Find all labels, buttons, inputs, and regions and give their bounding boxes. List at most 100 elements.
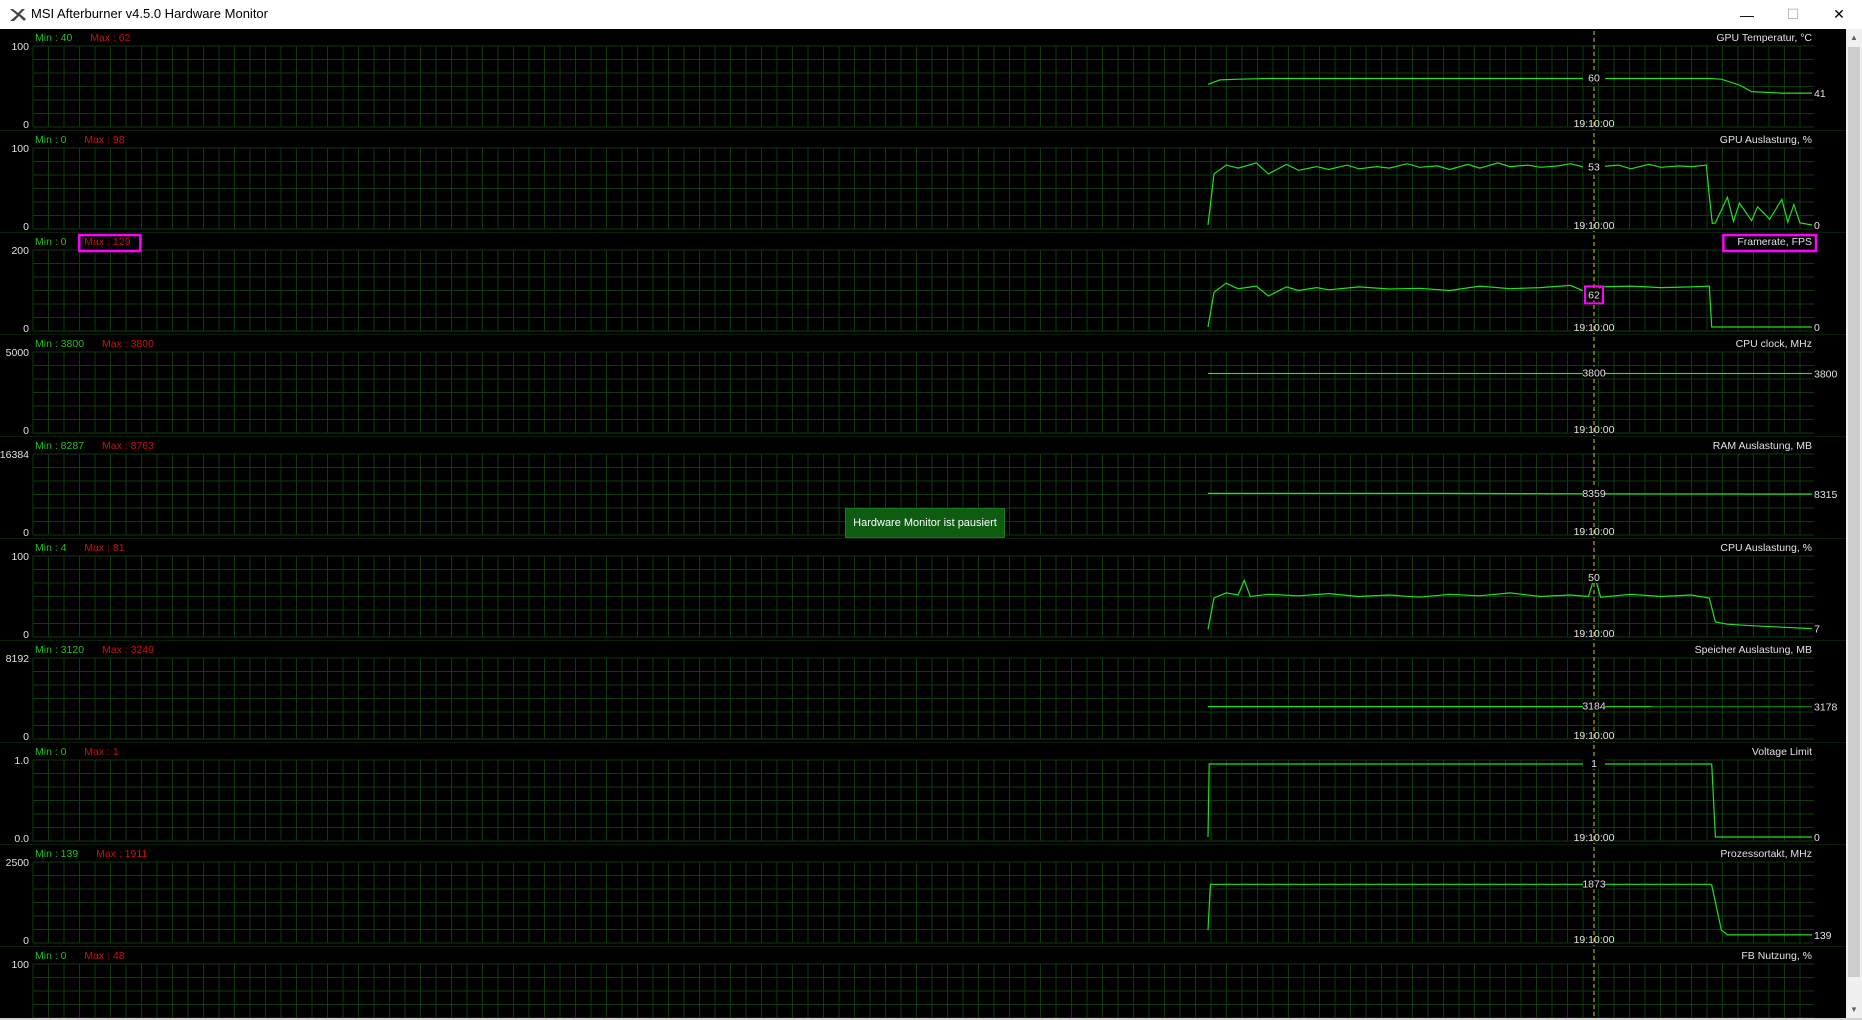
y-axis-max-label: 2500: [6, 857, 30, 869]
y-axis-max-label: 1.0: [14, 755, 29, 767]
time-label: 19:10:00: [1574, 424, 1615, 436]
hardware-monitor-window: MSI Afterburner v4.5.0 Hardware Monitor …: [0, 0, 1862, 1020]
y-axis-min-label: 0: [23, 629, 29, 641]
cursor-value: 1873: [1582, 878, 1606, 890]
max-label: Max : 48: [84, 950, 124, 962]
time-label: 19:10:00: [1574, 730, 1615, 742]
cursor-value: 3184: [1582, 701, 1606, 713]
graph-panel: Min : 40 Max : 62 GPU Temperatur, °C 100 0 19…: [0, 31, 1846, 131]
cursor-value: 8359: [1582, 488, 1606, 500]
min-label: Min : 139: [35, 848, 78, 860]
cursor-value: 60: [1588, 72, 1600, 84]
msi-afterburner-icon: [10, 9, 26, 21]
vertical-scrollbar[interactable]: ▲ ▼: [1846, 29, 1862, 1018]
cursor-value: 62: [1588, 289, 1600, 301]
current-value: 8315: [1814, 489, 1838, 501]
graph-title: RAM Auslastung, MB: [1713, 440, 1812, 452]
min-label: Min : 8287: [35, 440, 84, 452]
window-title: MSI Afterburner v4.5.0 Hardware Monitor: [31, 6, 268, 21]
minimize-button[interactable]: —: [1724, 0, 1770, 29]
y-axis-max-label: 100: [11, 551, 29, 563]
min-label: Min : 0: [35, 746, 67, 758]
time-label: 19:10:00: [1574, 322, 1615, 334]
y-axis-max-label: 100: [11, 41, 29, 53]
graph-title: CPU Auslastung, %: [1720, 542, 1812, 554]
y-axis-min-label: 0: [23, 425, 29, 437]
cursor-value: 53: [1588, 161, 1600, 173]
y-axis-max-label: 16384: [0, 449, 29, 461]
current-value: 3178: [1814, 702, 1838, 714]
y-axis-min-label: 0.0: [14, 833, 29, 845]
current-value: 0: [1814, 322, 1820, 334]
max-label: Max : 129: [84, 236, 130, 248]
graph-title: GPU Temperatur, °C: [1716, 32, 1812, 44]
cursor-value: 3800: [1582, 368, 1606, 380]
time-label: 19:10:00: [1574, 118, 1615, 130]
graph-title: CPU clock, MHz: [1736, 338, 1812, 350]
close-icon: ✕: [1833, 6, 1845, 22]
graph-title: GPU Auslastung, %: [1720, 134, 1812, 146]
time-label: 19:10:00: [1574, 628, 1615, 640]
cursor-value: 50: [1588, 572, 1600, 584]
graph-panel: Min : 139 Max : 1911 Prozessortakt, MHz 250…: [0, 847, 1846, 947]
scrollbar-thumb[interactable]: [1848, 47, 1860, 977]
time-label: 19:10:00: [1574, 832, 1615, 844]
y-axis-min-label: 0: [23, 731, 29, 743]
graph-panel: Min : 3800 Max : 3800 CPU clock, MHz 5000 0 1…: [0, 337, 1846, 437]
y-axis-max-label: 200: [11, 245, 29, 257]
min-label: Min : 40: [35, 32, 73, 44]
max-label: Max : 8763: [102, 440, 154, 452]
y-axis-min-label: 0: [23, 527, 29, 539]
graph-panel: Min : 0 Max : 98 GPU Auslastung, % 100 0 19:1…: [0, 133, 1846, 233]
current-value: 139: [1814, 930, 1832, 942]
graph-panel: Min : 3120 Max : 3249 Speicher Auslastung,…: [0, 643, 1846, 743]
current-value: 0: [1814, 832, 1820, 844]
scroll-down-arrow-icon[interactable]: ▼: [1846, 1001, 1862, 1018]
graph-title: Prozessortakt, MHz: [1720, 848, 1812, 860]
graph-title: FB Nutzung, %: [1741, 950, 1812, 962]
time-label: 19:10:00: [1574, 526, 1615, 538]
maximize-icon: ☐: [1786, 6, 1800, 22]
maximize-button[interactable]: ☐: [1770, 0, 1816, 29]
y-axis-max-label: 8192: [6, 653, 30, 665]
max-label: Max : 1: [84, 746, 119, 758]
title-bar[interactable]: MSI Afterburner v4.5.0 Hardware Monitor …: [0, 0, 1862, 29]
y-axis-min-label: 0: [23, 119, 29, 131]
min-label: Min : 0: [35, 950, 67, 962]
current-value: 7: [1814, 624, 1820, 636]
current-value: 3800: [1814, 369, 1838, 381]
graph-panel: Min : 0 Max : 129 Framerate, FPS 200 0 19:10:…: [0, 233, 1846, 335]
y-axis-min-label: 0: [23, 935, 29, 947]
pause-message: Hardware Monitor ist pausiert: [845, 508, 1005, 538]
y-axis-max-label: 5000: [6, 347, 30, 359]
series-line: [1208, 492, 1812, 495]
time-label: 19:10:00: [1574, 934, 1615, 946]
graph-title: Framerate, FPS: [1737, 236, 1812, 248]
max-label: Max : 3800: [102, 338, 154, 350]
max-label: Max : 3249: [102, 644, 154, 656]
graph-title: Speicher Auslastung, MB: [1695, 644, 1812, 656]
min-label: Min : 0: [35, 134, 67, 146]
max-label: Max : 81: [84, 542, 124, 554]
min-label: Min : 3800: [35, 338, 84, 350]
scroll-up-arrow-icon[interactable]: ▲: [1846, 29, 1862, 46]
monitor-graph-area[interactable]: Min : 40 Max : 62 GPU Temperatur, °C 100 0 19…: [0, 29, 1846, 1018]
y-axis-max-label: 100: [11, 959, 29, 971]
graph-title: Voltage Limit: [1752, 746, 1812, 758]
max-label: Max : 1911: [96, 848, 147, 860]
time-label: 19:10:00: [1574, 220, 1615, 232]
graph-panel: Min : 0 Max : 48 FB Nutzung, % 100: [11, 949, 1814, 1018]
minimize-icon: —: [1740, 6, 1754, 23]
min-label: Min : 0: [35, 236, 67, 248]
max-label: Max : 62: [90, 32, 130, 44]
y-axis-min-label: 0: [23, 221, 29, 233]
current-value: 41: [1814, 88, 1826, 100]
y-axis-min-label: 0: [23, 323, 29, 335]
close-button[interactable]: ✕: [1816, 0, 1862, 29]
max-label: Max : 98: [84, 134, 124, 146]
graph-panel: Min : 0 Max : 1 Voltage Limit 1.0 0.0 19:10:0…: [0, 745, 1846, 845]
y-axis-max-label: 100: [11, 143, 29, 155]
min-label: Min : 3120: [35, 644, 84, 656]
cursor-value: 1: [1591, 758, 1597, 770]
graph-panel: Min : 4 Max : 81 CPU Auslastung, % 100 0 19:1…: [0, 541, 1846, 641]
